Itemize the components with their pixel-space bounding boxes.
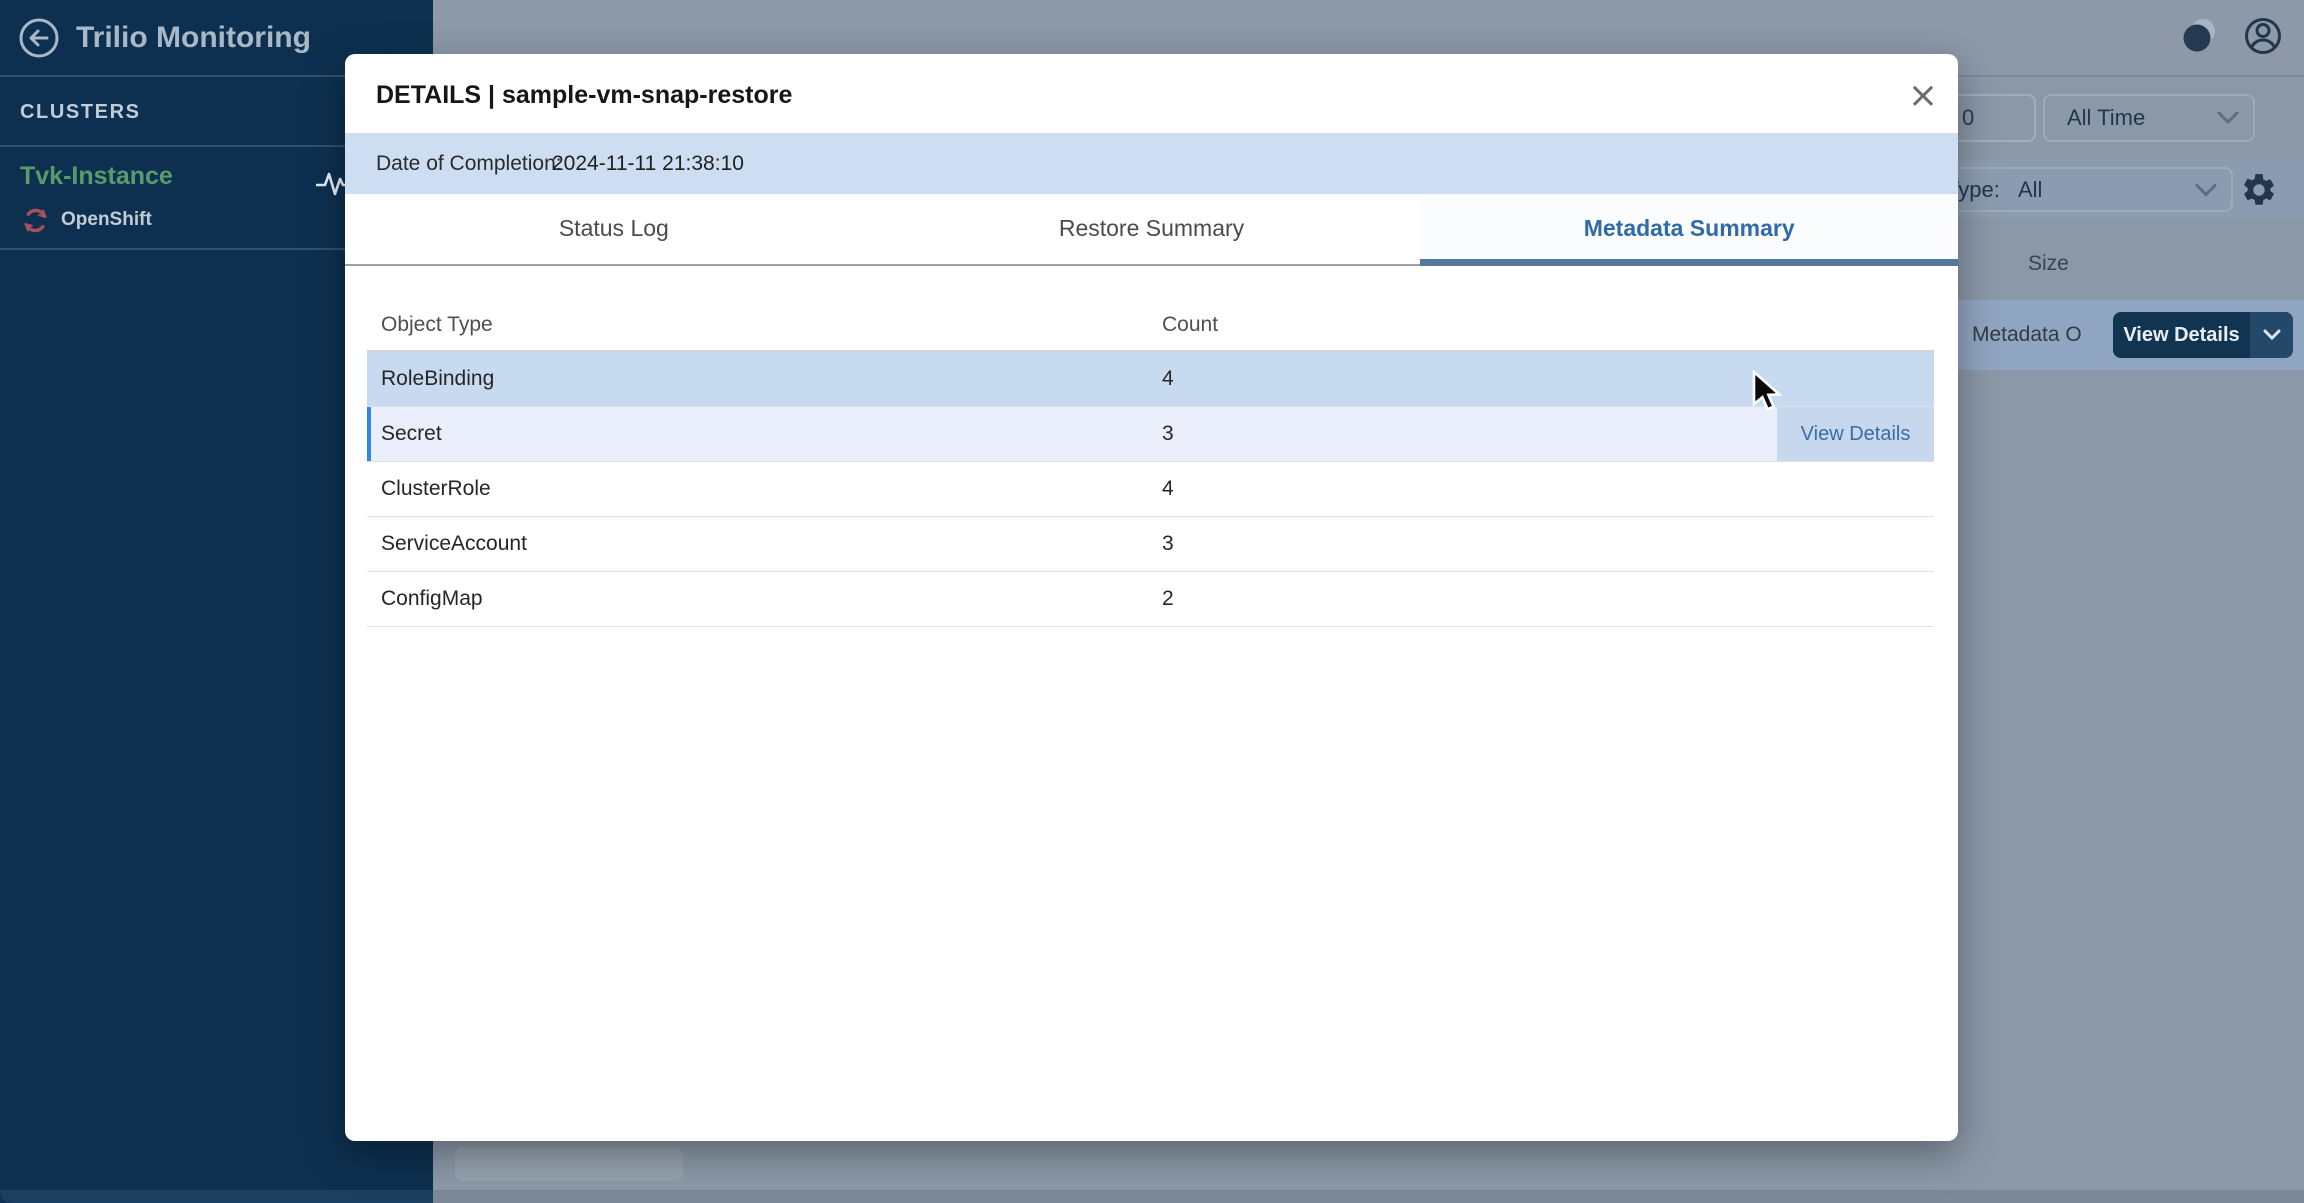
view-details-link[interactable]: View Details (1801, 423, 1911, 446)
tab-metadata-summary[interactable]: Metadata Summary (1420, 194, 1958, 266)
count-cell: 3 (1162, 532, 1934, 556)
close-icon[interactable]: × (1901, 74, 1945, 118)
table-row-clusterrole[interactable]: ClusterRole4 (367, 462, 1934, 517)
table-row-secret[interactable]: Secret3View Details (367, 407, 1934, 462)
arrow-left-circle-icon (18, 17, 60, 59)
time-filter-select[interactable]: All Time (2043, 94, 2255, 142)
tab-restore-summary[interactable]: Restore Summary (883, 194, 1421, 266)
completion-date-value: 2024-11-11 21:38:10 (552, 133, 744, 194)
cluster-platform: OpenShift (22, 205, 152, 235)
background-row-cell-text: Metadata O (1972, 300, 2082, 370)
count-cell: 4 (1162, 477, 1934, 501)
table-body: RoleBinding4Secret3View DetailsClusterRo… (367, 352, 1934, 627)
modal-header: DETAILS | sample-vm-snap-restore × (345, 54, 1958, 133)
settings-gear-icon[interactable] (2240, 171, 2278, 209)
details-modal: DETAILS | sample-vm-snap-restore × Date … (345, 54, 1958, 1141)
app-root: Trilio Monitoring CLUSTERS Tvk-Instance … (0, 0, 2304, 1203)
modal-title: DETAILS | sample-vm-snap-restore (376, 54, 792, 133)
column-header-object-type: Object Type (367, 313, 1162, 337)
table-row-configmap[interactable]: ConfigMap2 (367, 572, 1934, 627)
tab-status-log[interactable]: Status Log (345, 194, 883, 266)
metadata-summary-table: Object Type Count RoleBinding4Secret3Vie… (367, 300, 1934, 627)
count-cell: 4 (1162, 367, 1934, 391)
clusters-label: CLUSTERS (20, 77, 141, 147)
object-type-cell: ServiceAccount (367, 532, 1162, 556)
openshift-logo-icon (22, 207, 49, 234)
completion-date-label: Date of Completion: (376, 133, 562, 194)
column-header-count: Count (1162, 313, 1934, 337)
row-view-details-action[interactable]: View Details (1777, 407, 1934, 461)
cluster-platform-label: OpenShift (61, 209, 152, 231)
table-row-serviceaccount[interactable]: ServiceAccount3 (367, 517, 1934, 572)
object-type-cell: ClusterRole (367, 477, 1162, 501)
chevron-down-icon (2195, 169, 2217, 210)
cluster-name: Tvk-Instance (20, 162, 173, 191)
modal-tabs: Status LogRestore SummaryMetadata Summar… (345, 194, 1958, 266)
completion-date-band: Date of Completion: 2024-11-11 21:38:10 (345, 133, 1958, 194)
object-type-cell: RoleBinding (367, 367, 1162, 391)
view-details-button-label: View Details (2113, 312, 2250, 358)
object-type-cell: ConfigMap (367, 587, 1162, 611)
size-column-header: Size (2028, 252, 2069, 276)
back-button[interactable] (18, 17, 60, 59)
table-row-rolebinding[interactable]: RoleBinding4 (367, 352, 1934, 407)
count-cell: 2 (1162, 587, 1934, 611)
background-bottom-button (455, 1147, 683, 1181)
view-details-dropdown-toggle[interactable] (2250, 312, 2293, 358)
view-details-split-button[interactable]: View Details (2113, 312, 2293, 358)
window-bottom-edge (0, 1190, 2304, 1203)
object-type-cell: Secret (367, 422, 1162, 446)
table-header-row: Object Type Count (367, 300, 1934, 352)
app-title: Trilio Monitoring (76, 0, 311, 77)
chevron-down-icon (2217, 96, 2239, 140)
